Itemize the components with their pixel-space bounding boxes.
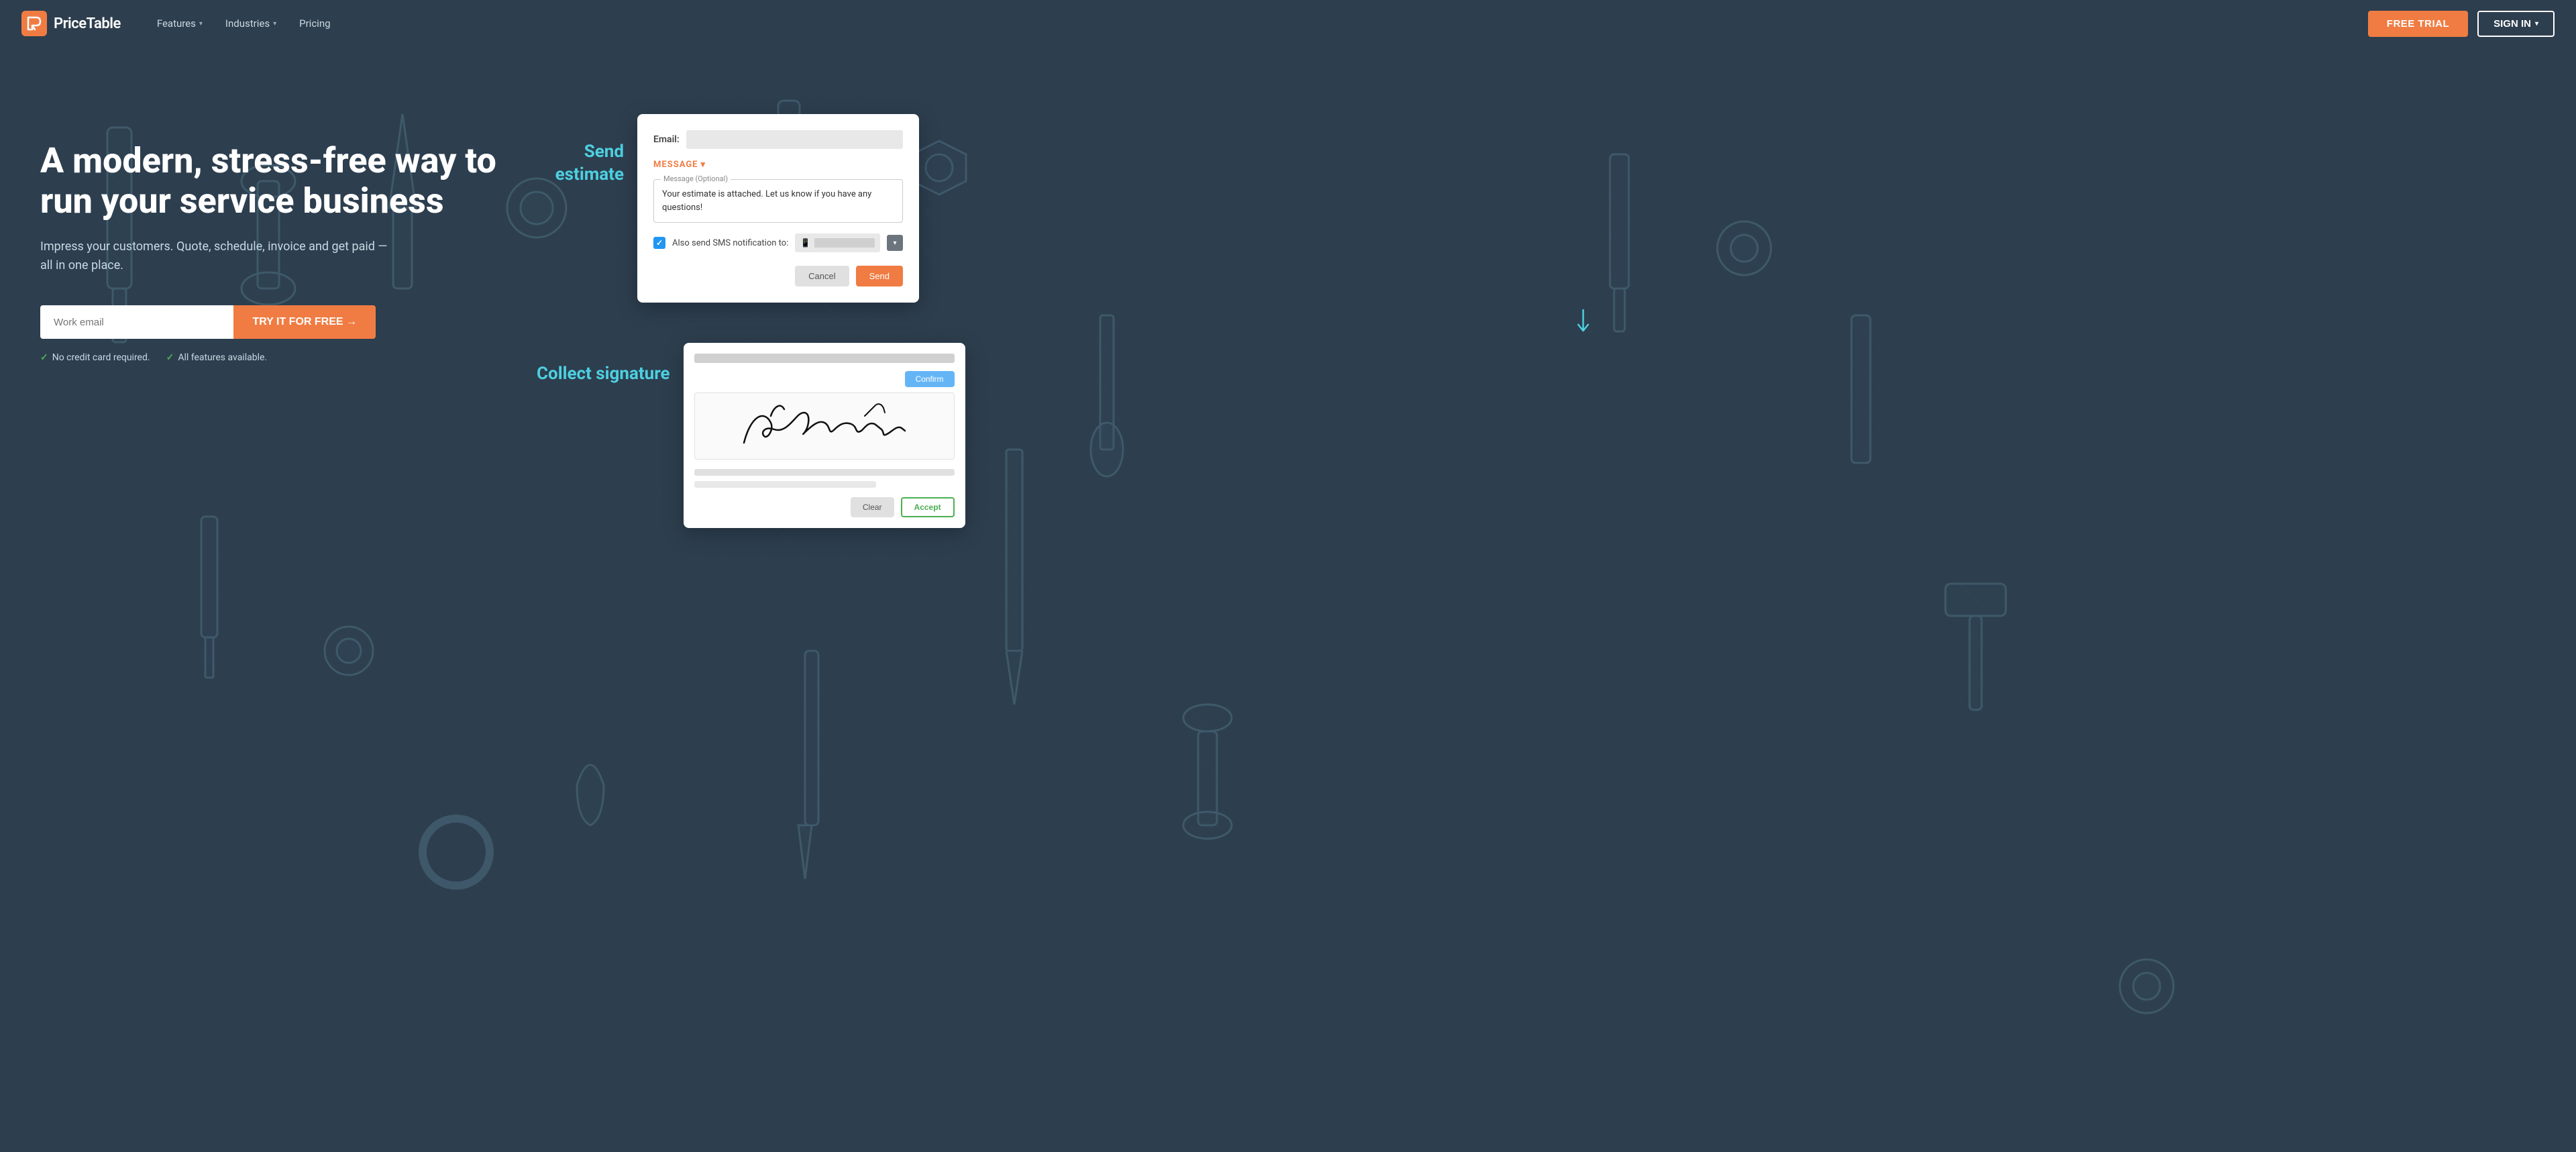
clear-button[interactable]: Clear xyxy=(851,497,894,517)
sms-label: Also send SMS notification to: xyxy=(672,238,788,248)
chevron-down-icon: ▾ xyxy=(199,20,203,28)
sig-header-row: Confirm xyxy=(694,371,955,387)
chevron-down-icon: ▾ xyxy=(2535,20,2538,28)
chevron-down-icon: ▾ xyxy=(273,20,276,28)
free-trial-button[interactable]: FREE TRIAL xyxy=(2368,11,2468,37)
hero-right: Send estimate Email: MESSAGE ▾ xyxy=(510,101,2536,528)
message-textarea[interactable]: Message (Optional) Your estimate is atta… xyxy=(653,179,903,223)
nav-actions: FREE TRIAL SIGN IN ▾ xyxy=(2368,11,2555,37)
hero-badge-1: ✓ No credit card required. xyxy=(40,352,150,363)
sig-actions: Clear Accept xyxy=(694,497,955,517)
check-icon: ✓ xyxy=(40,352,48,363)
logo-icon xyxy=(21,11,47,36)
hero-badges: ✓ No credit card required. ✓ All feature… xyxy=(40,352,510,363)
textarea-label: Message (Optional) xyxy=(661,174,731,183)
signature-card: Confirm xyxy=(684,343,965,528)
email-label: Email: xyxy=(653,134,680,145)
sig-bottom-bar-2 xyxy=(694,481,877,488)
navbar: PriceTable Features ▾ Industries ▾ Prici… xyxy=(0,0,2576,47)
email-field-row: Email: xyxy=(653,130,903,149)
nav-links: Features ▾ Industries ▾ Pricing xyxy=(148,12,2368,35)
signature-canvas[interactable] xyxy=(694,392,955,460)
chevron-down-icon: ▾ xyxy=(701,160,706,170)
hero-content: A modern, stress-free way to run your se… xyxy=(0,47,2576,1152)
signature-drawing xyxy=(731,396,918,456)
cards-wrapper: Send estimate Email: MESSAGE ▾ xyxy=(537,114,2536,528)
cancel-button[interactable]: Cancel xyxy=(795,266,849,286)
send-estimate-card: Email: MESSAGE ▾ Message (Optional) Your… xyxy=(637,114,919,303)
nav-features[interactable]: Features ▾ xyxy=(148,12,212,35)
send-estimate-label: Send estimate xyxy=(537,141,624,187)
accept-button[interactable]: Accept xyxy=(901,497,955,517)
hero-section: A modern, stress-free way to run your se… xyxy=(0,47,2576,1152)
hero-email-input[interactable] xyxy=(40,305,233,339)
hero-headline: A modern, stress-free way to run your se… xyxy=(40,141,496,221)
sms-row: Also send SMS notification to: 📱 ▾ xyxy=(653,233,903,252)
sms-phone-input[interactable]: 📱 xyxy=(795,233,880,252)
arrow-down xyxy=(631,309,2536,336)
email-input-mock[interactable] xyxy=(686,130,903,149)
logo-text: PriceTable xyxy=(54,15,121,32)
sms-dropdown[interactable]: ▾ xyxy=(887,235,903,251)
logo[interactable]: PriceTable xyxy=(21,11,121,36)
nav-industries[interactable]: Industries ▾ xyxy=(216,12,286,35)
try-free-button[interactable]: TRY IT FOR FREE → xyxy=(233,305,376,339)
nav-pricing[interactable]: Pricing xyxy=(290,12,339,35)
hero-form: TRY IT FOR FREE → xyxy=(40,305,376,339)
hero-badge-2: ✓ All features available. xyxy=(166,352,268,363)
send-button[interactable]: Send xyxy=(856,266,903,286)
sig-top-bar xyxy=(694,354,955,363)
phone-icon: 📱 xyxy=(800,238,810,248)
message-toggle[interactable]: MESSAGE ▾ xyxy=(653,160,903,170)
check-icon: ✓ xyxy=(166,352,174,363)
confirm-button[interactable]: Confirm xyxy=(905,371,955,387)
hero-subheadline: Impress your customers. Quote, schedule,… xyxy=(40,238,402,276)
card-actions: Cancel Send xyxy=(653,266,903,286)
collect-signature-label: Collect signature xyxy=(537,363,670,386)
message-text: Your estimate is attached. Let us know i… xyxy=(662,188,894,214)
hero-left: A modern, stress-free way to run your se… xyxy=(40,101,510,363)
arrow-icon xyxy=(1574,309,1593,336)
sig-bottom-bar xyxy=(694,469,955,476)
sign-in-button[interactable]: SIGN IN ▾ xyxy=(2477,11,2555,37)
sms-checkbox[interactable] xyxy=(653,237,665,249)
